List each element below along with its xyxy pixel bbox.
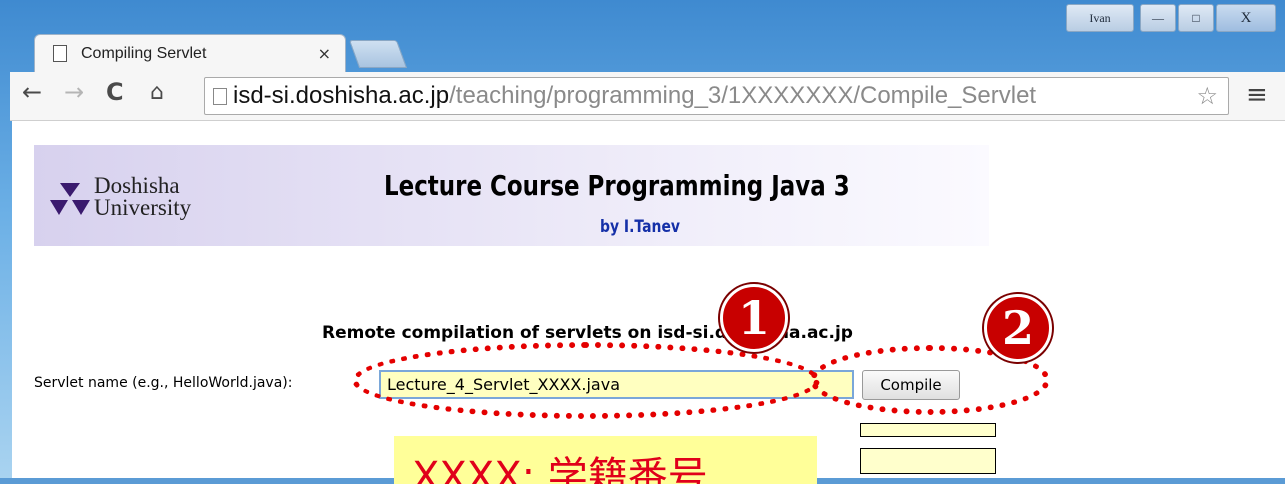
home-icon[interactable]: ⌂	[150, 80, 164, 105]
tab-close-icon[interactable]: ×	[318, 44, 331, 63]
doshisha-logo-icon	[50, 183, 90, 215]
forward-icon[interactable]: →	[64, 78, 84, 106]
tab-title: Compiling Servlet	[81, 44, 207, 62]
url-host: isd-si.doshisha.ac.jp	[233, 82, 450, 109]
logo-line1: Doshisha	[94, 173, 180, 198]
student-id-note-text: XXXX: 学籍番号	[412, 454, 708, 484]
course-title: Lecture Course Programming Java 3	[384, 169, 850, 202]
student-id-note: XXXX: 学籍番号	[394, 436, 817, 484]
step-badge-1: 1	[720, 284, 788, 352]
step-badge-2: 2	[984, 294, 1052, 362]
university-logo-text: Doshisha University	[94, 173, 192, 220]
address-bar[interactable]: isd-si.doshisha.ac.jp /teaching/programm…	[204, 77, 1229, 115]
new-tab-button[interactable]	[348, 40, 408, 68]
result-box-1	[860, 423, 996, 437]
maximize-button[interactable]: □	[1178, 4, 1214, 32]
page-content: Doshisha University Lecture Course Progr…	[12, 121, 1285, 484]
browser-toolbar: ← → C ⌂ isd-si.doshisha.ac.jp /teaching/…	[10, 72, 1285, 121]
result-box-2	[860, 448, 996, 474]
page-icon	[213, 87, 227, 105]
course-byline: by I.Tanev	[600, 217, 680, 237]
page-icon	[53, 45, 67, 62]
back-icon[interactable]: ←	[22, 78, 42, 106]
minimize-button[interactable]: —	[1140, 4, 1176, 32]
tab-compiling-servlet[interactable]: Compiling Servlet ×	[34, 34, 346, 72]
servlet-name-label: Servlet name (e.g., HelloWorld.java):	[34, 375, 293, 391]
url-path: /teaching/programming_3/1XXXXXXX/Compile…	[449, 82, 1037, 109]
highlight-ring-input	[352, 342, 820, 419]
course-banner: Doshisha University Lecture Course Progr…	[34, 145, 989, 246]
user-name: Ivan	[1089, 10, 1111, 25]
menu-icon[interactable]: ≡	[1246, 80, 1268, 110]
reload-icon[interactable]: C	[106, 78, 124, 106]
close-window-button[interactable]: X	[1216, 4, 1276, 32]
bookmark-star-icon[interactable]: ☆	[1196, 82, 1218, 110]
user-profile-button[interactable]: Ivan	[1066, 4, 1134, 32]
logo-line2: University	[94, 195, 192, 220]
